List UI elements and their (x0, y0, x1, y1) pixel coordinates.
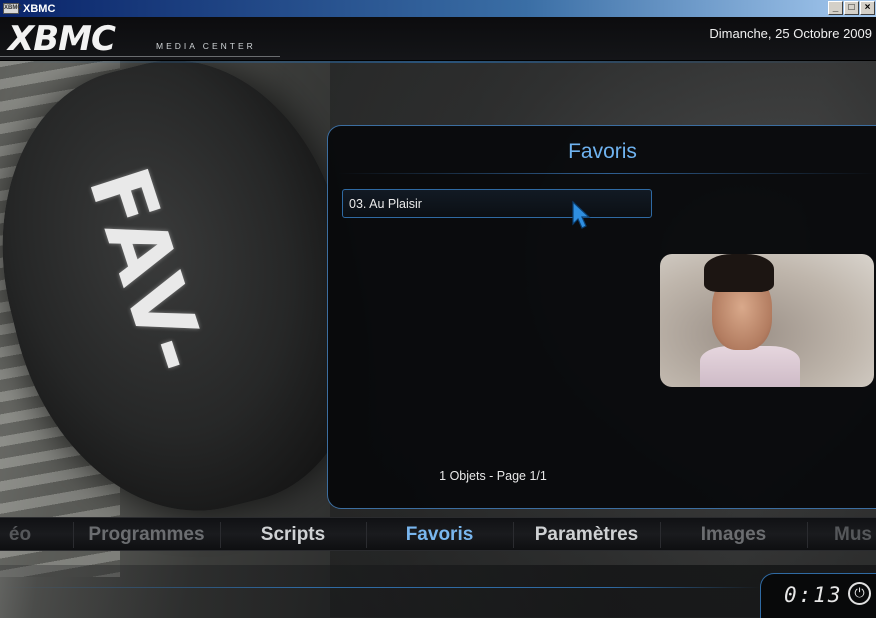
xbmc-logo: XBMC (8, 19, 116, 59)
nav-item-parametres[interactable]: Paramètres (514, 518, 659, 552)
nav-item-musique[interactable]: Mus (834, 518, 876, 552)
favorite-list-item[interactable]: 03. Au Plaisir (342, 189, 652, 218)
header-date: Dimanche, 25 Octobre 2009 (709, 26, 872, 41)
window-titlebar[interactable]: XBMC XBMC _ □ × (0, 0, 876, 17)
window-title: XBMC (23, 2, 56, 15)
nav-separator (807, 522, 808, 548)
window-controls: _ □ × (828, 1, 875, 15)
favorites-panel: Favoris 03. Au Plaisir 1 Objets - Page 1… (327, 125, 876, 509)
main-menu-bar: éo Programmes Scripts Favoris Paramètres… (0, 517, 876, 551)
header-bar: XBMC MEDIA CENTER Dimanche, 25 Octobre 2… (0, 17, 876, 61)
nav-item-programmes[interactable]: Programmes (74, 518, 219, 552)
close-button[interactable]: × (860, 1, 875, 15)
thumbnail-hair (704, 254, 774, 292)
logo-subtitle: MEDIA CENTER (156, 41, 256, 51)
panel-title: Favoris (568, 140, 637, 163)
panel-title-divider (338, 173, 876, 174)
xbmc-app-icon: XBMC (3, 3, 22, 14)
maximize-button[interactable]: □ (844, 1, 859, 15)
nav-item-video[interactable]: éo (0, 518, 40, 552)
bottom-divider (0, 587, 760, 588)
bottom-bar: 0:13 ⏻ (0, 565, 876, 618)
logo-underline (0, 56, 280, 57)
nav-item-scripts[interactable]: Scripts (221, 518, 365, 552)
thumbnail-shirt (700, 346, 800, 387)
power-icon[interactable]: ⏻ (848, 582, 871, 605)
favorite-thumbnail (660, 254, 874, 387)
header-divider (0, 61, 876, 63)
clock: 0:13 (784, 583, 843, 607)
mouse-pointer-icon (572, 200, 591, 229)
xbmc-client-area: FAV- XBMC MEDIA CENTER Dimanche, 25 Octo… (0, 17, 876, 618)
nav-item-favoris[interactable]: Favoris (367, 518, 512, 552)
minimize-button[interactable]: _ (828, 1, 843, 15)
nav-item-images[interactable]: Images (661, 518, 806, 552)
item-count: 1 Objets - Page 1/1 (439, 469, 547, 483)
